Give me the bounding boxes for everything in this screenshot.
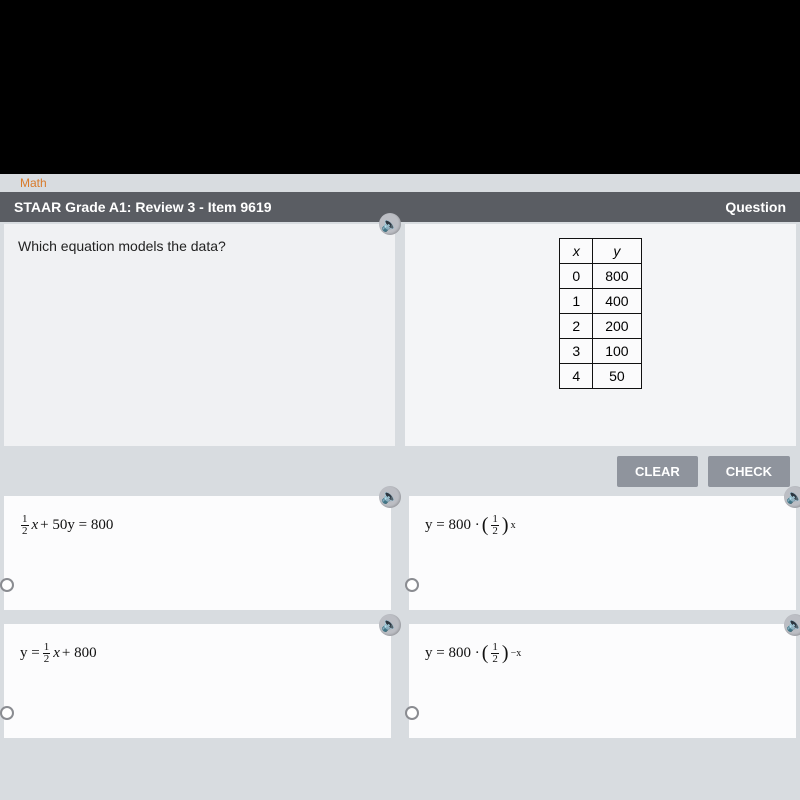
cell-y: 50 [593, 364, 641, 389]
frac-den: 2 [491, 526, 499, 537]
fraction: 1 2 [21, 514, 29, 537]
question-panel: 🔈 Which equation models the data? [4, 224, 395, 446]
cell-x: 1 [560, 289, 593, 314]
var-x: x [53, 645, 60, 662]
equation-c: y = 1 2 x + 800 [20, 642, 375, 665]
answer-option-b[interactable]: 🔈 y = 800 · ( 1 2 ) x [409, 496, 796, 610]
equation-a: 1 2 x + 50y = 800 [20, 514, 375, 537]
radio-d[interactable] [405, 706, 419, 720]
answer-grid: 🔈 1 2 x + 50y = 800 🔈 y = 800 · ( 1 2 [4, 496, 796, 738]
equation-d: y = 800 · ( 1 2 ) −x [425, 642, 780, 665]
radio-b[interactable] [405, 578, 419, 592]
action-buttons: CLEAR CHECK [617, 456, 790, 487]
eq-tail: + 800 [62, 645, 97, 662]
equation-b: y = 800 · ( 1 2 ) x [425, 514, 780, 537]
clear-button[interactable]: CLEAR [617, 456, 698, 487]
content-row: 🔈 Which equation models the data? x y 08… [4, 224, 796, 446]
answer-option-d[interactable]: 🔈 y = 800 · ( 1 2 ) −x [409, 624, 796, 738]
frac-den: 2 [43, 654, 51, 665]
eq-lhs: y = [20, 645, 40, 662]
answer-option-c[interactable]: 🔈 y = 1 2 x + 800 [4, 624, 391, 738]
table-row: 0800 [560, 264, 641, 289]
cell-y: 800 [593, 264, 641, 289]
eq-tail: + 50y = 800 [40, 517, 113, 534]
cell-x: 0 [560, 264, 593, 289]
radio-c[interactable] [0, 706, 14, 720]
audio-icon[interactable]: 🔈 [379, 614, 401, 636]
question-text: Which equation models the data? [18, 238, 226, 254]
subject-tab[interactable]: Math [20, 174, 47, 192]
var-x: x [32, 517, 39, 534]
cell-x: 3 [560, 339, 593, 364]
cell-x: 4 [560, 364, 593, 389]
data-table: x y 0800 1400 2200 3100 450 [559, 238, 641, 389]
app-viewport: Math STAAR Grade A1: Review 3 - Item 961… [0, 174, 800, 800]
cell-y: 400 [593, 289, 641, 314]
paren-open: ( [482, 514, 489, 537]
audio-icon[interactable]: 🔈 [784, 614, 800, 636]
fraction: 1 2 [43, 642, 51, 665]
paren-close: ) [502, 514, 509, 537]
header-question-label: Question [725, 199, 786, 215]
table-header-y: y [593, 239, 641, 264]
cell-x: 2 [560, 314, 593, 339]
eq-lhs: y = 800 · [425, 517, 480, 534]
fraction: 1 2 [491, 642, 499, 665]
cell-y: 200 [593, 314, 641, 339]
frac-den: 2 [491, 654, 499, 665]
data-table-panel: x y 0800 1400 2200 3100 450 [405, 224, 796, 446]
frac-den: 2 [21, 526, 29, 537]
check-button[interactable]: CHECK [708, 456, 790, 487]
exponent: −x [511, 648, 522, 659]
eq-lhs: y = 800 · [425, 645, 480, 662]
radio-a[interactable] [0, 578, 14, 592]
answer-option-a[interactable]: 🔈 1 2 x + 50y = 800 [4, 496, 391, 610]
paren-open: ( [482, 642, 489, 665]
table-row: 450 [560, 364, 641, 389]
table-row: 1400 [560, 289, 641, 314]
exponent: x [511, 520, 516, 531]
audio-icon[interactable]: 🔈 [379, 486, 401, 508]
audio-icon[interactable]: 🔈 [379, 213, 401, 235]
table-header-x: x [560, 239, 593, 264]
fraction: 1 2 [491, 514, 499, 537]
cell-y: 100 [593, 339, 641, 364]
header-bar: STAAR Grade A1: Review 3 - Item 9619 Que… [0, 192, 800, 222]
paren-close: ) [502, 642, 509, 665]
table-row: 2200 [560, 314, 641, 339]
header-title: STAAR Grade A1: Review 3 - Item 9619 [14, 199, 272, 215]
table-row: 3100 [560, 339, 641, 364]
audio-icon[interactable]: 🔈 [784, 486, 800, 508]
